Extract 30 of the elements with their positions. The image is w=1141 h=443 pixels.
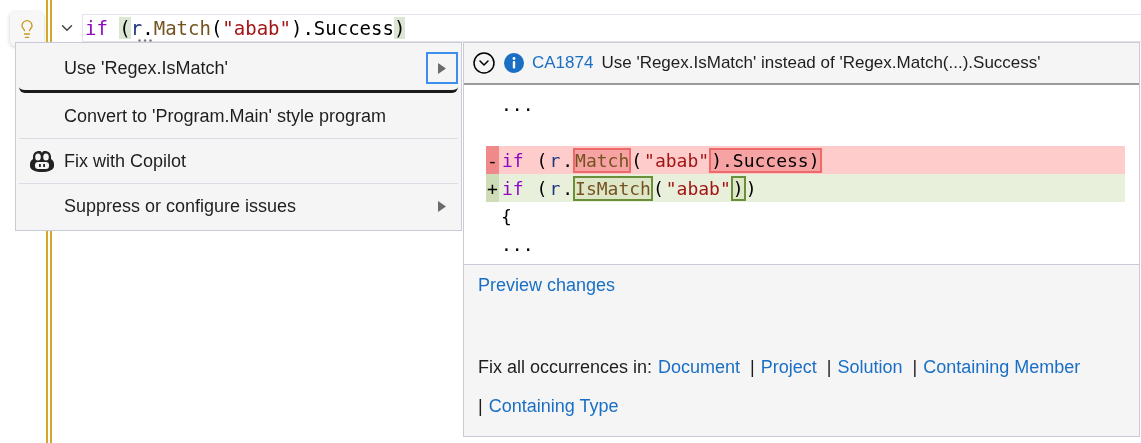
diff-marker: -	[486, 146, 499, 174]
code-line: if (r.Match("abab").Success)	[82, 14, 1141, 42]
menu-item[interactable]: Fix with Copilot	[19, 138, 458, 183]
separator: |	[912, 356, 918, 379]
code-line: if (r.Match("abab").Success)	[501, 149, 821, 171]
code-line: if (r.IsMatch("abab"))	[501, 177, 758, 199]
scope-link[interactable]: Containing Member	[923, 348, 1081, 387]
scope-link[interactable]: Document	[658, 348, 741, 387]
code-line: ...	[500, 93, 534, 115]
submenu-arrow-icon	[438, 200, 446, 212]
scope-link[interactable]: Solution	[837, 348, 903, 387]
submenu-arrow-icon	[438, 62, 446, 74]
diff-marker: +	[486, 174, 499, 202]
scope-link[interactable]: Project	[760, 348, 817, 387]
separator: |	[478, 395, 483, 418]
preview-changes-link[interactable]: Preview changes	[478, 275, 616, 295]
separator: |	[750, 356, 755, 379]
code-line: ...	[500, 233, 534, 255]
scope-link[interactable]: Containing Type	[488, 387, 619, 426]
code-line: {	[500, 205, 512, 227]
diagnostic-message: Use 'Regex.IsMatch' instead of 'Regex.Match(...).Success'	[601, 53, 1041, 73]
hint-dots-icon	[138, 39, 152, 42]
copilot-icon	[28, 149, 55, 173]
diagnostic-code-link[interactable]: CA1874	[532, 53, 594, 73]
fix-all-label: Fix all occurrences in:	[478, 356, 653, 379]
separator: |	[826, 356, 832, 379]
menu-item[interactable]: Suppress or configure issues	[19, 183, 458, 228]
expand-toggle-icon[interactable]	[472, 51, 496, 75]
info-icon	[504, 53, 524, 73]
menu-item[interactable]: Convert to 'Program.Main' style program	[19, 93, 458, 138]
